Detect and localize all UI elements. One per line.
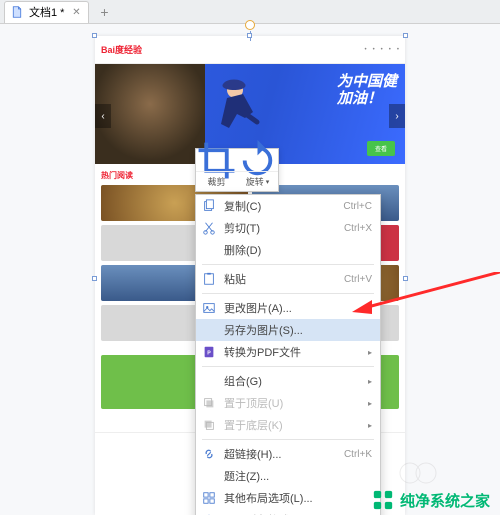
hero-cta-button[interactable]: 查看 (367, 141, 395, 156)
watermark-logo-icon (372, 489, 394, 511)
crop-icon[interactable] (196, 149, 237, 171)
ctx-cut[interactable]: 剪切(T) Ctrl+X (196, 217, 380, 239)
document-icon (11, 6, 23, 18)
ctx-separator (202, 264, 374, 265)
page-mini-nav: ••••• (364, 47, 399, 53)
close-tab-icon[interactable]: ✕ (70, 6, 82, 18)
blank-icon (202, 374, 216, 388)
ctx-format-object[interactable]: 设置对象格式(O)... (196, 509, 380, 515)
watermark-shape (398, 461, 438, 485)
ctx-hyperlink[interactable]: 超链接(H)... Ctrl+K (196, 443, 380, 465)
ctx-shortcut: Ctrl+X (344, 223, 372, 234)
ctx-shortcut: Ctrl+C (343, 201, 372, 212)
ctx-convert-pdf[interactable]: P 转换为PDF文件 ▸ (196, 341, 380, 363)
watermark-text: 纯净系统之家 (400, 490, 490, 511)
pdf-icon: P (202, 345, 216, 359)
skater-illustration (213, 76, 273, 146)
ctx-label: 题注(Z)... (224, 468, 372, 484)
ctx-paste[interactable]: 粘贴 Ctrl+V (196, 268, 380, 290)
ctx-label: 剪切(T) (224, 220, 336, 236)
rotate-icon[interactable] (237, 149, 278, 171)
ctx-label: 删除(D) (224, 242, 372, 258)
ctx-label: 置于顶层(U) (224, 395, 360, 411)
submenu-arrow-icon: ▸ (368, 421, 372, 430)
bring-front-icon (202, 396, 216, 410)
ctx-separator (202, 439, 374, 440)
selection-handle-n[interactable] (247, 33, 252, 38)
ctx-shortcut: Ctrl+V (344, 274, 372, 285)
link-icon (202, 447, 216, 461)
blank-icon (202, 469, 216, 483)
ctx-group[interactable]: 组合(G) ▸ (196, 370, 380, 392)
ctx-separator (202, 366, 374, 367)
ctx-label: 转换为PDF文件 (224, 344, 360, 360)
logo-part-b: 度 (115, 45, 124, 55)
carousel-prev[interactable]: ‹ (95, 104, 111, 128)
selection-handle-nw[interactable] (92, 33, 97, 38)
document-tab[interactable]: 文档1 * ✕ (4, 1, 89, 23)
context-menu: 复制(C) Ctrl+C 剪切(T) Ctrl+X 删除(D) 粘贴 Ctrl+… (195, 194, 381, 515)
ctx-label: 更改图片(A)... (224, 300, 372, 316)
ctx-label: 粘贴 (224, 271, 336, 287)
submenu-arrow-icon: ▸ (368, 399, 372, 408)
ctx-change-image[interactable]: 更改图片(A)... (196, 297, 380, 319)
ctx-bring-front: 置于顶层(U) ▸ (196, 392, 380, 414)
image-mini-toolbar[interactable]: 裁剪 旋转▾ (195, 148, 279, 192)
logo-part-c: 经验 (124, 45, 142, 55)
blank-icon (202, 323, 216, 337)
ctx-label: 复制(C) (224, 198, 335, 214)
blank-icon (202, 243, 216, 257)
image-icon (202, 301, 216, 315)
send-back-icon (202, 418, 216, 432)
tab-title: 文档1 * (29, 4, 64, 20)
ctx-label: 置于底层(K) (224, 417, 360, 433)
hero-headline: 为中国健 加油！ (337, 74, 397, 107)
hero-side-caption: 不普不离合的珍藏攻略 (99, 150, 169, 160)
copy-icon (202, 199, 216, 213)
watermark: 纯净系统之家 (372, 489, 490, 511)
carousel-next[interactable]: › (389, 104, 405, 128)
rotate-label[interactable]: 旋转▾ (237, 172, 278, 191)
ctx-label: 超链接(H)... (224, 446, 336, 462)
ctx-caption[interactable]: 题注(Z)... (196, 465, 380, 487)
selection-handle-e[interactable] (403, 276, 408, 281)
hero-line1: 为中国健 (337, 74, 397, 91)
ctx-label: 另存为图片(S)... (224, 322, 372, 338)
ctx-label: 其他布局选项(L)... (224, 490, 372, 506)
brand-logo: Bai度经验 (101, 43, 142, 56)
new-tab-button[interactable]: + (93, 1, 115, 23)
ctx-label: 组合(G) (224, 373, 360, 389)
ctx-shortcut: Ctrl+K (344, 449, 372, 460)
ctx-copy[interactable]: 复制(C) Ctrl+C (196, 195, 380, 217)
hero-line2: 加油！ (337, 91, 397, 108)
selection-handle-w[interactable] (92, 276, 97, 281)
logo-part-a: Bai (101, 45, 115, 55)
selection-handle-ne[interactable] (403, 33, 408, 38)
ctx-send-back: 置于底层(K) ▸ (196, 414, 380, 436)
paste-icon (202, 272, 216, 286)
ctx-delete[interactable]: 删除(D) (196, 239, 380, 261)
cut-icon (202, 221, 216, 235)
layout-icon (202, 491, 216, 505)
submenu-arrow-icon: ▸ (368, 377, 372, 386)
hero-side-image: 不普不离合的珍藏攻略 (95, 64, 205, 164)
ctx-layout-options[interactable]: 其他布局选项(L)... (196, 487, 380, 509)
rotate-handle[interactable] (245, 20, 255, 30)
ctx-separator (202, 293, 374, 294)
crop-label[interactable]: 裁剪 (196, 172, 237, 191)
submenu-arrow-icon: ▸ (368, 348, 372, 357)
ctx-save-as-image[interactable]: 另存为图片(S)... (196, 319, 380, 341)
svg-text:P: P (207, 351, 211, 357)
